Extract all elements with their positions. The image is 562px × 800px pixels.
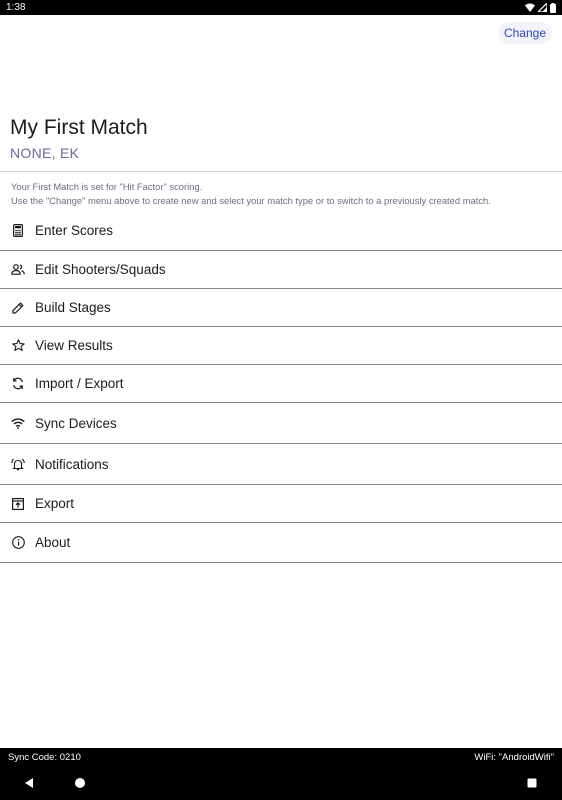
star-icon (11, 339, 25, 353)
menu-item-build-stages[interactable]: Build Stages (0, 289, 562, 327)
change-button[interactable]: Change (497, 22, 552, 44)
bell-icon (11, 457, 25, 471)
menu-item-label: Notifications (35, 456, 109, 472)
wifi-status-icon (525, 3, 535, 12)
menu-item-enter-scores[interactable]: Enter Scores (0, 210, 562, 251)
menu-item-label: Build Stages (35, 300, 111, 315)
menu-item-edit-shooters[interactable]: Edit Shooters/Squads (0, 251, 562, 289)
info-icon (11, 536, 25, 550)
battery-status-icon (550, 2, 556, 13)
status-bar: 1:38 (0, 0, 562, 15)
menu-item-import-export[interactable]: Import / Export (0, 365, 562, 403)
menu-item-label: Sync Devices (35, 415, 117, 431)
home-icon[interactable] (72, 775, 88, 791)
menu-item-view-results[interactable]: View Results (0, 327, 562, 365)
menu-item-label: Enter Scores (35, 222, 114, 238)
back-icon[interactable] (21, 775, 37, 791)
status-time: 1:38 (6, 2, 26, 13)
signal-status-icon (538, 3, 547, 12)
archive-icon (11, 497, 25, 511)
people-icon (11, 263, 25, 277)
footer-bar: Sync Code: 0210 WiFi: "AndroidWifi" (0, 748, 562, 766)
scoring-info-line2: Use the "Change" menu above to create ne… (11, 195, 491, 206)
menu-item-about[interactable]: About (0, 523, 562, 563)
header-divider (0, 171, 562, 172)
scoring-info-line1: Your First Match is set for "Hit Factor"… (11, 181, 203, 192)
wifi-icon (11, 416, 25, 430)
menu-item-label: Import / Export (35, 376, 124, 391)
wifi-name: WiFi: "AndroidWifi" (474, 751, 554, 763)
menu-item-label: Edit Shooters/Squads (35, 262, 166, 277)
scoring-info: Your First Match is set for "Hit Factor"… (11, 180, 556, 208)
sync-code: Sync Code: 0210 (8, 751, 81, 763)
sync-icon (11, 377, 25, 391)
menu-item-label: About (35, 535, 71, 550)
app-bar: Change (0, 15, 562, 55)
match-title: My First Match (10, 116, 148, 139)
menu-item-label: View Results (35, 338, 113, 353)
calculator-icon (11, 223, 25, 237)
pencil-icon (11, 301, 25, 315)
recents-icon[interactable] (524, 775, 540, 791)
menu-item-label: Export (35, 496, 75, 511)
menu-item-sync-devices[interactable]: Sync Devices (0, 403, 562, 444)
navigation-bar (0, 766, 562, 800)
match-subtitle: NONE, EK (10, 145, 80, 161)
menu-item-notifications[interactable]: Notifications (0, 444, 562, 485)
menu-item-export[interactable]: Export (0, 485, 562, 523)
status-icons (525, 2, 556, 13)
